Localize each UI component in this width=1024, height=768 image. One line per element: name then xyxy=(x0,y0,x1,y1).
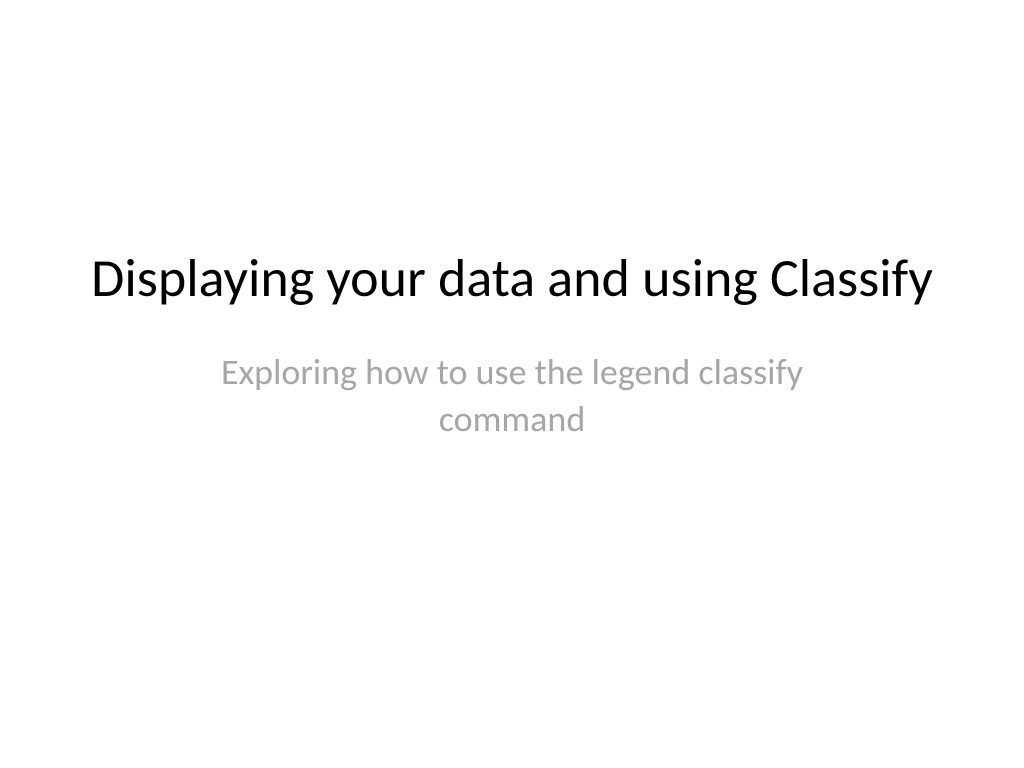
slide-container: Displaying your data and using Classify … xyxy=(0,0,1024,768)
slide-title: Displaying your data and using Classify xyxy=(91,245,933,313)
slide-subtitle: Exploring how to use the legend classify… xyxy=(162,349,862,443)
